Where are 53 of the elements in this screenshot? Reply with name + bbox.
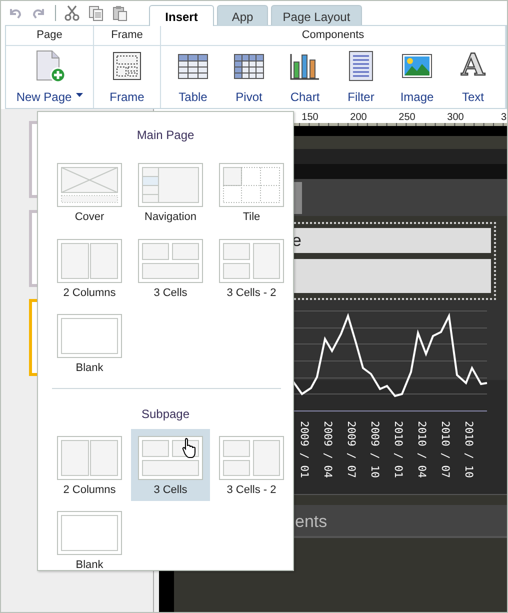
ruler-label: 300 [447, 112, 464, 123]
layout-preview-icon [138, 436, 203, 480]
axis-label: 2009 / 04 [322, 421, 334, 478]
ruler-label: 250 [398, 112, 416, 123]
ruler-label: 3 [501, 112, 507, 123]
layout-preview-icon [57, 511, 122, 555]
layout-preview-icon [219, 436, 284, 480]
layout-option[interactable]: 3 Cells - 2 [212, 428, 291, 501]
group-title: Page [6, 26, 93, 46]
ruler-label: 200 [350, 112, 367, 123]
layout-preview-icon [219, 163, 284, 207]
new-page-button[interactable]: New Page [14, 50, 86, 106]
page-add-icon [34, 50, 66, 82]
ribbon-button[interactable]: Image [389, 50, 445, 106]
axis-label: 2009 / 01 [298, 421, 311, 478]
axis-label: 2010 / 07 [439, 421, 452, 478]
axis-label: 2010 / 04 [416, 421, 428, 478]
layout-option[interactable]: Blank [50, 504, 129, 576]
ruler-label: 150 [302, 112, 318, 123]
layout-preview-icon [138, 163, 203, 207]
axis-label: 2009 / 07 [345, 421, 358, 478]
group-title: Frame [94, 26, 160, 46]
ribbon-button[interactable]: Frame [99, 50, 155, 106]
ribbon-tab[interactable]: Page Layout [271, 5, 362, 25]
frame-icon [111, 50, 143, 82]
text-icon: A [461, 50, 485, 82]
layout-option[interactable]: 3 Cells [131, 428, 210, 501]
layout-preview-icon [219, 238, 284, 282]
layout-option[interactable]: 2 Columns [50, 428, 129, 501]
layout-preview-icon [57, 314, 122, 358]
layout-option[interactable]: 2 Columns [50, 232, 129, 304]
section-title: Main Page [136, 127, 196, 144]
ribbon-tab[interactable]: App [217, 5, 268, 25]
group-title: Components [161, 26, 505, 46]
section-title: Subpage [140, 406, 191, 422]
layout-preview-icon [57, 436, 122, 480]
cut-icon[interactable] [64, 5, 80, 21]
ribbon-button[interactable]: A Text [445, 50, 501, 106]
axis-label: 2009 / 10 [368, 421, 382, 478]
ribbon-button[interactable]: Table [165, 50, 221, 106]
paste-icon[interactable] [112, 5, 128, 21]
ribbon-button[interactable]: Filter [333, 50, 389, 106]
layout-option[interactable]: Blank [50, 307, 129, 380]
axis-label: 2010 / 10 [462, 421, 476, 478]
axis-label: 2010 / 01 [392, 421, 405, 478]
layout-preview-icon [57, 238, 122, 282]
ribbon-button[interactable]: Chart [277, 50, 333, 106]
ribbon-button[interactable]: Pivot [221, 50, 277, 106]
layout-option[interactable]: Cover [50, 156, 129, 228]
layout-preview-icon [138, 238, 203, 282]
ribbon-tab[interactable]: Insert [149, 5, 214, 26]
layout-preview-icon [57, 163, 122, 207]
copy-icon[interactable] [88, 5, 104, 21]
